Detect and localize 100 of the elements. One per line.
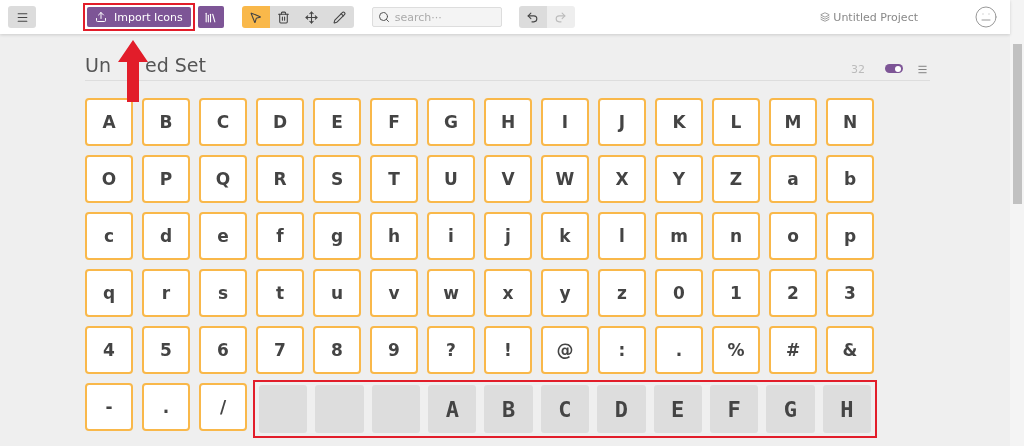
glyph-tile[interactable]: D <box>256 98 304 146</box>
glyph-tile[interactable]: C <box>540 385 590 433</box>
glyph-tile[interactable]: H <box>484 98 532 146</box>
glyph-tile[interactable]: v <box>370 269 418 317</box>
glyph-tile[interactable]: . <box>142 383 190 431</box>
glyph-tile[interactable]: z <box>598 269 646 317</box>
glyph-tile[interactable]: K <box>655 98 703 146</box>
glyph-tile[interactable]: # <box>769 326 817 374</box>
glyph-tile[interactable]: B <box>484 385 533 433</box>
glyph-tile[interactable]: & <box>826 326 874 374</box>
glyph-tile[interactable]: M <box>769 98 817 146</box>
menu-button[interactable] <box>8 6 36 28</box>
glyph-tile[interactable]: O <box>85 155 133 203</box>
layers-icon <box>820 12 831 22</box>
glyph-tile[interactable]: d <box>142 212 190 260</box>
glyph-tile[interactable]: 3 <box>826 269 874 317</box>
glyph-tile[interactable]: W <box>541 155 589 203</box>
glyph-tile[interactable]: b <box>826 155 874 203</box>
glyph-tile[interactable]: . <box>655 326 703 374</box>
move-icon <box>305 10 319 24</box>
redo-icon <box>554 10 568 24</box>
glyph-tile[interactable]: g <box>313 212 361 260</box>
search-icon <box>377 11 390 23</box>
glyph-tile[interactable]: x <box>484 269 532 317</box>
glyph-tile[interactable]: ? <box>427 326 475 374</box>
glyph-tile[interactable]: k <box>541 212 589 260</box>
glyph-tile[interactable]: V <box>484 155 532 203</box>
glyph-tile[interactable]: y <box>541 269 589 317</box>
glyph-tile[interactable]: 6 <box>199 326 247 374</box>
import-button[interactable]: Import Icons <box>87 7 191 27</box>
glyph-tile[interactable]: U <box>427 155 475 203</box>
glyph-tile[interactable]: a <box>769 155 817 203</box>
glyph-tile[interactable]: L <box>712 98 760 146</box>
menu-icon[interactable] <box>917 64 928 75</box>
glyph-tile[interactable]: / <box>199 383 247 431</box>
glyph-tile[interactable]: E <box>313 98 361 146</box>
glyph-tile[interactable]: o <box>769 212 817 260</box>
glyph-tile[interactable]: 4 <box>85 326 133 374</box>
glyph-tile[interactable]: 7 <box>256 326 304 374</box>
glyph-tile[interactable]: : <box>598 326 646 374</box>
tool-button[interactable] <box>269 6 298 28</box>
glyph-tile[interactable]: N <box>826 98 874 146</box>
glyph-tile[interactable]: Z <box>712 155 760 203</box>
avatar-icon[interactable] <box>974 5 998 29</box>
glyph-tile[interactable]: C <box>199 98 247 146</box>
undo-button[interactable] <box>518 6 547 28</box>
glyph-tile[interactable]: A <box>428 385 477 433</box>
project-name[interactable]: Untitled Project <box>833 10 918 24</box>
glyph-tile[interactable]: 9 <box>370 326 418 374</box>
glyph-tile[interactable]: T <box>370 155 418 203</box>
glyph-tile[interactable]: R <box>256 155 304 203</box>
glyph-tile[interactable]: Q <box>199 155 247 203</box>
glyph-tile[interactable]: p <box>826 212 874 260</box>
toggle-switch[interactable] <box>885 64 903 73</box>
glyph-tile[interactable]: u <box>313 269 361 317</box>
glyph-tile[interactable]: 2 <box>769 269 817 317</box>
glyph-tile[interactable]: l <box>598 212 646 260</box>
library-button[interactable] <box>197 6 224 28</box>
glyph-tile[interactable]: 1 <box>712 269 760 317</box>
glyph-tile[interactable]: j <box>484 212 532 260</box>
glyph-tile[interactable]: c <box>85 212 133 260</box>
glyph-tile[interactable]: t <box>256 269 304 317</box>
glyph-tile[interactable]: Y <box>655 155 703 203</box>
glyph-tile[interactable]: n <box>712 212 760 260</box>
glyph-tile[interactable]: B <box>142 98 190 146</box>
glyph-tile[interactable]: h <box>370 212 418 260</box>
glyph-tile[interactable]: S <box>313 155 361 203</box>
scrollbar-thumb[interactable] <box>1012 44 1022 204</box>
glyph-tile[interactable]: G <box>766 385 815 433</box>
glyph-tile[interactable]: H <box>822 385 871 433</box>
glyph-tile[interactable]: X <box>598 155 646 203</box>
glyph-tile[interactable]: E <box>653 385 702 433</box>
glyph-tile[interactable]: - <box>85 383 133 431</box>
glyph-tile[interactable]: I <box>541 98 589 146</box>
glyph-tile[interactable]: G <box>427 98 475 146</box>
glyph-tile[interactable]: f <box>256 212 304 260</box>
glyph-tile[interactable]: 0 <box>655 269 703 317</box>
glyph-tile[interactable]: D <box>597 385 646 433</box>
arrow-drawing <box>118 40 148 102</box>
glyph-tile[interactable]: m <box>655 212 703 260</box>
tool-button[interactable] <box>325 6 354 28</box>
glyph-tile[interactable]: @ <box>541 326 589 374</box>
pencil-icon <box>333 10 347 24</box>
glyph-tile[interactable]: F <box>709 385 759 433</box>
glyph-tile[interactable]: J <box>598 98 646 146</box>
glyph-tile[interactable]: P <box>142 155 190 203</box>
glyph-tile[interactable]: A <box>85 98 133 146</box>
search-field[interactable]: search··· <box>371 7 502 27</box>
glyph-tile[interactable]: 8 <box>313 326 361 374</box>
glyph-tile[interactable]: % <box>712 326 760 374</box>
glyph-tile[interactable]: F <box>370 98 418 146</box>
glyph-tile[interactable]: q <box>85 269 133 317</box>
glyph-tile[interactable]: ! <box>484 326 532 374</box>
tool-button[interactable] <box>241 6 270 28</box>
glyph-tile[interactable]: e <box>199 212 247 260</box>
glyph-tile[interactable]: w <box>427 269 475 317</box>
glyph-tile[interactable]: s <box>199 269 247 317</box>
glyph-tile[interactable]: i <box>427 212 475 260</box>
glyph-tile[interactable]: 5 <box>142 326 190 374</box>
glyph-tile[interactable]: r <box>142 269 190 317</box>
